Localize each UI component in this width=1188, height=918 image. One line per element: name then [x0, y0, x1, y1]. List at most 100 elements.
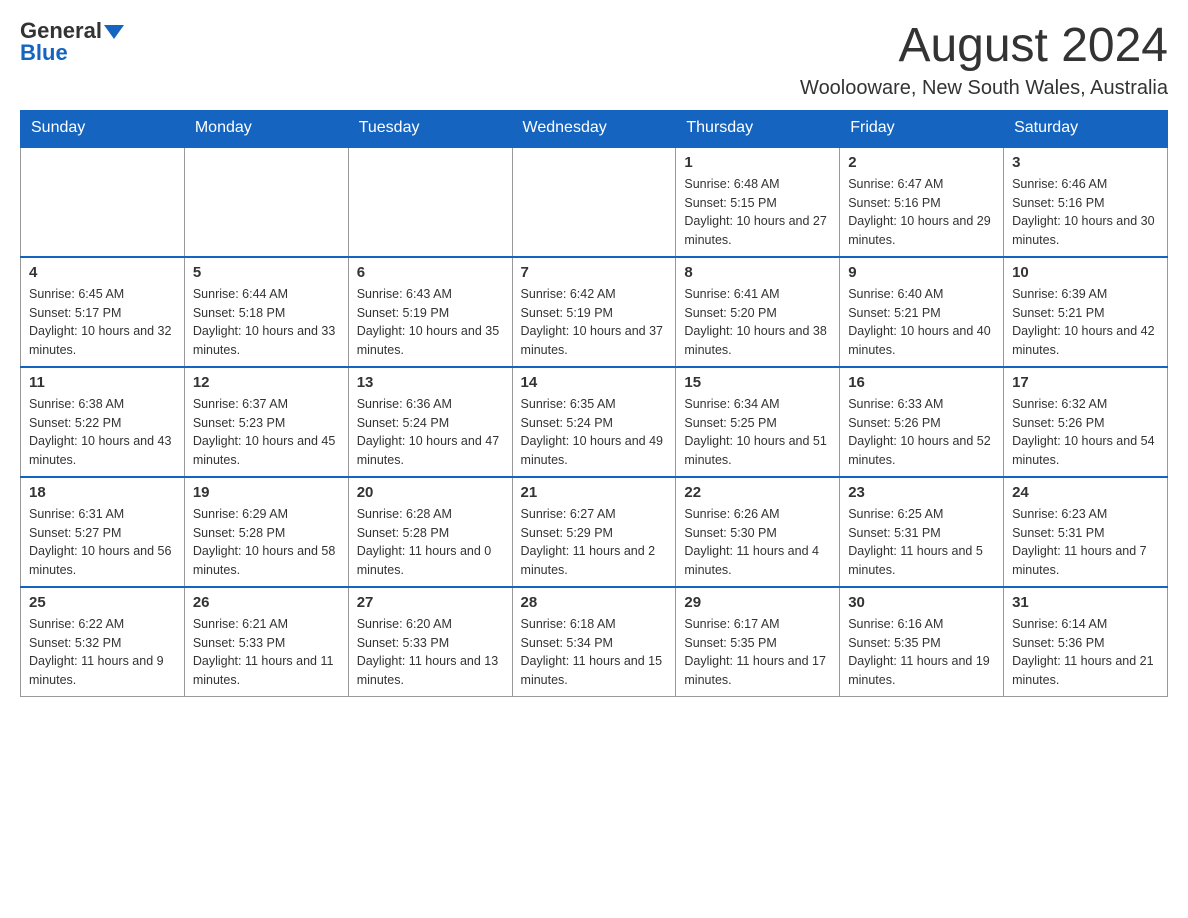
day-number: 7: [521, 264, 668, 281]
calendar-cell: 21 Sunrise: 6:27 AM Sunset: 5:29 PM Dayli…: [512, 477, 676, 587]
day-info: Sunrise: 6:40 AM Sunset: 5:21 PM Dayligh…: [848, 285, 995, 360]
day-info: Sunrise: 6:38 AM Sunset: 5:22 PM Dayligh…: [29, 395, 176, 470]
day-info: Sunrise: 6:17 AM Sunset: 5:35 PM Dayligh…: [684, 615, 831, 690]
day-number: 21: [521, 484, 668, 501]
day-number: 15: [684, 374, 831, 391]
day-number: 2: [848, 154, 995, 171]
day-info: Sunrise: 6:32 AM Sunset: 5:26 PM Dayligh…: [1012, 395, 1159, 470]
day-info: Sunrise: 6:35 AM Sunset: 5:24 PM Dayligh…: [521, 395, 668, 470]
day-info: Sunrise: 6:48 AM Sunset: 5:15 PM Dayligh…: [684, 175, 831, 250]
header-thursday: Thursday: [676, 110, 840, 146]
logo-triangle-icon: [104, 25, 124, 39]
day-number: 10: [1012, 264, 1159, 281]
day-number: 20: [357, 484, 504, 501]
calendar-cell: 30Sunrise: 6:16 AM Sunset: 5:35 PM Dayli…: [840, 587, 1004, 697]
calendar-cell: 8Sunrise: 6:41 AM Sunset: 5:20 PM Daylig…: [676, 257, 840, 367]
day-info: Sunrise: 6:47 AM Sunset: 5:16 PM Dayligh…: [848, 175, 995, 250]
calendar-cell: 27Sunrise: 6:20 AM Sunset: 5:33 PM Dayli…: [348, 587, 512, 697]
day-number: 14: [521, 374, 668, 391]
calendar-cell: 12 Sunrise: 6:37 AM Sunset: 5:23 PM Dayli…: [184, 367, 348, 477]
header-wednesday: Wednesday: [512, 110, 676, 146]
calendar-cell: 16 Sunrise: 6:33 AM Sunset: 5:26 PM Dayli…: [840, 367, 1004, 477]
day-info: Sunrise: 6:22 AM Sunset: 5:32 PM Dayligh…: [29, 615, 176, 690]
day-number: 1: [684, 154, 831, 171]
calendar-cell: 24Sunrise: 6:23 AM Sunset: 5:31 PM Dayli…: [1004, 477, 1168, 587]
day-number: 18: [29, 484, 176, 501]
day-number: 5: [193, 264, 340, 281]
calendar-cell: [184, 146, 348, 257]
day-number: 8: [684, 264, 831, 281]
calendar-cell: 1 Sunrise: 6:48 AM Sunset: 5:15 PM Daylig…: [676, 146, 840, 257]
month-title: August 2024: [800, 20, 1168, 73]
calendar-cell: 9 Sunrise: 6:40 AM Sunset: 5:21 PM Daylig…: [840, 257, 1004, 367]
header-row: Sunday Monday Tuesday Wednesday Thursday…: [21, 110, 1168, 146]
day-info: Sunrise: 6:20 AM Sunset: 5:33 PM Dayligh…: [357, 615, 504, 690]
calendar-cell: 17Sunrise: 6:32 AM Sunset: 5:26 PM Dayli…: [1004, 367, 1168, 477]
day-number: 12: [193, 374, 340, 391]
day-number: 9: [848, 264, 995, 281]
calendar-cell: 29Sunrise: 6:17 AM Sunset: 5:35 PM Dayli…: [676, 587, 840, 697]
day-info: Sunrise: 6:37 AM Sunset: 5:23 PM Dayligh…: [193, 395, 340, 470]
day-number: 30: [848, 594, 995, 611]
calendar-cell: 4 Sunrise: 6:45 AM Sunset: 5:17 PM Daylig…: [21, 257, 185, 367]
calendar-week-5: 25 Sunrise: 6:22 AM Sunset: 5:32 PM Dayli…: [21, 587, 1168, 697]
day-info: Sunrise: 6:25 AM Sunset: 5:31 PM Dayligh…: [848, 505, 995, 580]
day-number: 25: [29, 594, 176, 611]
header-tuesday: Tuesday: [348, 110, 512, 146]
day-number: 22: [684, 484, 831, 501]
day-number: 23: [848, 484, 995, 501]
calendar-cell: [21, 146, 185, 257]
day-info: Sunrise: 6:45 AM Sunset: 5:17 PM Dayligh…: [29, 285, 176, 360]
calendar-cell: 15 Sunrise: 6:34 AM Sunset: 5:25 PM Dayli…: [676, 367, 840, 477]
calendar-table: Sunday Monday Tuesday Wednesday Thursday…: [20, 110, 1168, 697]
calendar-cell: 22Sunrise: 6:26 AM Sunset: 5:30 PM Dayli…: [676, 477, 840, 587]
day-number: 19: [193, 484, 340, 501]
calendar-cell: 14 Sunrise: 6:35 AM Sunset: 5:24 PM Dayli…: [512, 367, 676, 477]
day-info: Sunrise: 6:28 AM Sunset: 5:28 PM Dayligh…: [357, 505, 504, 580]
day-number: 31: [1012, 594, 1159, 611]
day-info: Sunrise: 6:18 AM Sunset: 5:34 PM Dayligh…: [521, 615, 668, 690]
calendar-header: Sunday Monday Tuesday Wednesday Thursday…: [21, 110, 1168, 146]
day-info: Sunrise: 6:42 AM Sunset: 5:19 PM Dayligh…: [521, 285, 668, 360]
calendar-cell: 6Sunrise: 6:43 AM Sunset: 5:19 PM Daylig…: [348, 257, 512, 367]
location-title: Woolooware, New South Wales, Australia: [800, 77, 1168, 100]
day-info: Sunrise: 6:33 AM Sunset: 5:26 PM Dayligh…: [848, 395, 995, 470]
calendar-cell: 20 Sunrise: 6:28 AM Sunset: 5:28 PM Dayli…: [348, 477, 512, 587]
day-info: Sunrise: 6:29 AM Sunset: 5:28 PM Dayligh…: [193, 505, 340, 580]
day-number: 11: [29, 374, 176, 391]
day-info: Sunrise: 6:21 AM Sunset: 5:33 PM Dayligh…: [193, 615, 340, 690]
calendar-week-1: 1 Sunrise: 6:48 AM Sunset: 5:15 PM Daylig…: [21, 146, 1168, 257]
header: General Blue August 2024 Woolooware, New…: [20, 20, 1168, 100]
day-info: Sunrise: 6:27 AM Sunset: 5:29 PM Dayligh…: [521, 505, 668, 580]
calendar-cell: 7 Sunrise: 6:42 AM Sunset: 5:19 PM Daylig…: [512, 257, 676, 367]
day-number: 16: [848, 374, 995, 391]
day-number: 4: [29, 264, 176, 281]
calendar-cell: 23 Sunrise: 6:25 AM Sunset: 5:31 PM Dayli…: [840, 477, 1004, 587]
calendar-cell: 3Sunrise: 6:46 AM Sunset: 5:16 PM Daylig…: [1004, 146, 1168, 257]
calendar-week-3: 11 Sunrise: 6:38 AM Sunset: 5:22 PM Dayli…: [21, 367, 1168, 477]
header-saturday: Saturday: [1004, 110, 1168, 146]
day-info: Sunrise: 6:44 AM Sunset: 5:18 PM Dayligh…: [193, 285, 340, 360]
calendar-cell: 11 Sunrise: 6:38 AM Sunset: 5:22 PM Dayli…: [21, 367, 185, 477]
calendar-cell: [348, 146, 512, 257]
day-number: 28: [521, 594, 668, 611]
day-info: Sunrise: 6:14 AM Sunset: 5:36 PM Dayligh…: [1012, 615, 1159, 690]
logo-blue-text: Blue: [20, 40, 68, 65]
calendar-cell: 26 Sunrise: 6:21 AM Sunset: 5:33 PM Dayli…: [184, 587, 348, 697]
calendar-cell: 2 Sunrise: 6:47 AM Sunset: 5:16 PM Daylig…: [840, 146, 1004, 257]
header-monday: Monday: [184, 110, 348, 146]
day-info: Sunrise: 6:31 AM Sunset: 5:27 PM Dayligh…: [29, 505, 176, 580]
calendar-cell: [512, 146, 676, 257]
day-info: Sunrise: 6:34 AM Sunset: 5:25 PM Dayligh…: [684, 395, 831, 470]
day-number: 13: [357, 374, 504, 391]
day-number: 26: [193, 594, 340, 611]
calendar-cell: 5 Sunrise: 6:44 AM Sunset: 5:18 PM Daylig…: [184, 257, 348, 367]
calendar-cell: 18 Sunrise: 6:31 AM Sunset: 5:27 PM Dayli…: [21, 477, 185, 587]
logo: General Blue: [20, 20, 124, 64]
calendar-cell: 25 Sunrise: 6:22 AM Sunset: 5:32 PM Dayli…: [21, 587, 185, 697]
calendar-cell: 28 Sunrise: 6:18 AM Sunset: 5:34 PM Dayli…: [512, 587, 676, 697]
title-area: August 2024 Woolooware, New South Wales,…: [800, 20, 1168, 100]
calendar-body: 1 Sunrise: 6:48 AM Sunset: 5:15 PM Daylig…: [21, 146, 1168, 696]
day-number: 3: [1012, 154, 1159, 171]
calendar-cell: 10Sunrise: 6:39 AM Sunset: 5:21 PM Dayli…: [1004, 257, 1168, 367]
